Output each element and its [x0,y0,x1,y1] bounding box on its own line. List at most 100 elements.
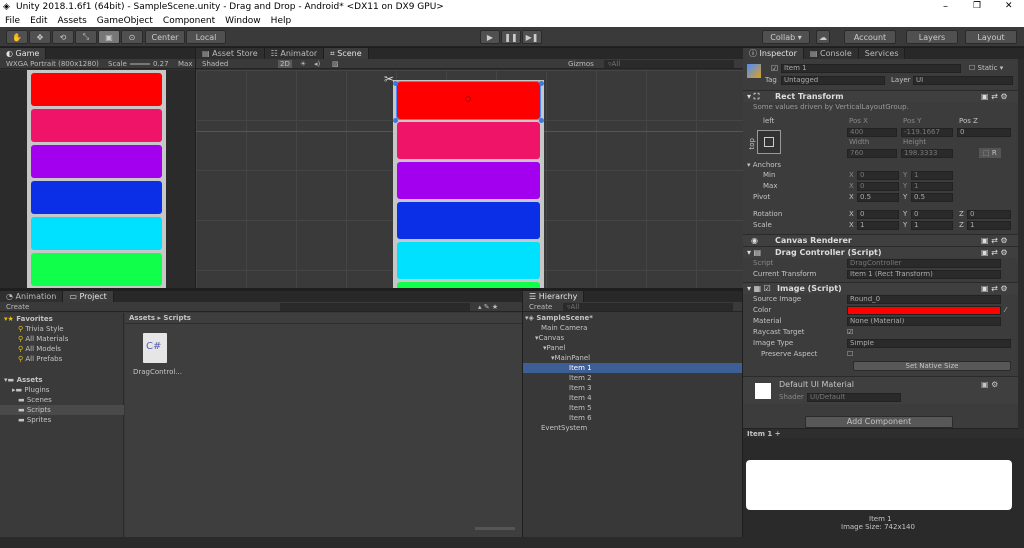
color-swatch[interactable] [847,306,1001,315]
resolution-dropdown[interactable]: WXGA Portrait (800x1280) [6,59,99,69]
preserve-aspect-checkbox[interactable]: ☐ [847,349,853,359]
pos-y-field[interactable]: -119.1667 [901,128,953,137]
anchor-preset-button[interactable] [757,130,781,154]
scale-x-field[interactable]: 1 [857,221,899,230]
hierarchy-node[interactable]: Item 2 [569,373,592,383]
pos-z-field[interactable]: 0 [957,128,1011,137]
transform-tool-icon[interactable]: ⊙ [121,30,143,44]
component-settings-icon[interactable]: ▣ ⇄ ⚙ [981,91,1008,103]
eyedropper-icon[interactable]: ⁄ [1005,305,1006,315]
tab-services[interactable]: Services [858,48,906,59]
effects-icon[interactable]: ▨ [332,59,339,69]
favorite-item[interactable]: ⚲ Trivia Style [18,324,64,334]
tab-animation[interactable]: ◔ Animation [0,291,64,302]
add-component-button[interactable]: Add Component [805,416,953,428]
tab-inspector[interactable]: ⓘ Inspector [743,48,804,59]
anchor-min-y-field[interactable]: 1 [911,171,953,180]
height-field[interactable]: 198.3333 [901,149,953,158]
object-name-field[interactable]: Item 1 [781,64,961,73]
pivot-icon[interactable] [465,96,471,102]
game-item-1[interactable] [31,73,162,106]
lighting-icon[interactable]: ☀ [300,59,306,69]
icon-size-slider[interactable] [475,527,515,530]
game-item-6[interactable] [31,253,162,286]
scene-item-6[interactable] [397,282,540,288]
script-field[interactable]: DragController [847,259,1001,268]
source-image-field[interactable]: Round_0 [847,295,1001,304]
pos-x-field[interactable]: 400 [847,128,897,137]
menu-component[interactable]: Component [158,15,220,27]
material-field[interactable]: None (Material) [847,317,1001,326]
hierarchy-node[interactable]: EventSystem [541,423,587,433]
pivot-x-field[interactable]: 0.5 [857,193,899,202]
layer-dropdown[interactable]: UI [913,76,1013,85]
scene-item-4[interactable] [397,202,540,239]
scene-search-input[interactable]: ▿All [604,60,734,68]
raycast-checkbox[interactable]: ☑ [847,327,853,337]
component-settings-icon[interactable]: ▣ ⇄ ⚙ [981,247,1008,259]
pause-button[interactable]: ❚❚ [501,30,521,44]
menu-window[interactable]: Window [220,15,266,27]
tab-project[interactable]: ▭ Project [63,291,114,302]
shader-dropdown[interactable]: UI/Default [807,393,901,402]
rotation-y-field[interactable]: 0 [911,210,953,219]
set-native-size-button[interactable]: Set Native Size [853,361,1011,371]
resize-handle-tr[interactable] [539,81,544,86]
scale-tool-icon[interactable]: ⤡ [75,30,97,44]
gizmos-dropdown[interactable]: Gizmos [568,59,594,69]
hierarchy-search-input[interactable]: ▿All [563,303,733,311]
preview-header[interactable]: Item 1 ÷ [743,428,1024,438]
filter-icons[interactable]: ▴ ✎ ★ [478,302,498,312]
hand-tool-icon[interactable]: ✋ [6,30,28,44]
hierarchy-create-dropdown[interactable]: Create [529,302,552,312]
layers-dropdown[interactable]: Layers [906,30,958,44]
maximize-toggle[interactable]: Max [178,59,192,69]
hierarchy-node[interactable]: ▾MainPanel [551,353,590,363]
rotation-x-field[interactable]: 0 [857,210,899,219]
scale-z-field[interactable]: 1 [967,221,1011,230]
maximize-button[interactable]: ❐ [973,1,981,11]
game-item-5[interactable] [31,217,162,250]
favorite-item[interactable]: ⚲ All Prefabs [18,354,62,364]
tab-animator[interactable]: ☷ Animator [264,48,325,59]
csharp-file-icon[interactable]: C# [143,333,167,363]
scale-y-field[interactable]: 1 [911,221,953,230]
image-type-dropdown[interactable]: Simple [847,339,1011,348]
move-tool-icon[interactable]: ✥ [29,30,51,44]
scale-slider[interactable] [130,63,150,65]
image-header[interactable]: ▾ ▦ ☑ Image (Script) ▣ ⇄ ⚙ [743,282,1024,294]
folder-item-selected[interactable]: ▬ Scripts [0,405,124,415]
play-button[interactable]: ▶ [480,30,500,44]
collab-dropdown[interactable]: Collab ▾ [762,30,810,44]
component-settings-icon[interactable]: ▣ ⚙ [981,380,998,389]
menu-assets[interactable]: Assets [53,15,92,27]
audio-icon[interactable]: ◂) [314,59,320,69]
hierarchy-node[interactable]: Item 5 [569,403,592,413]
folder-item[interactable]: ▬ Scenes [18,395,52,405]
scene-item-2[interactable] [397,122,540,159]
component-settings-icon[interactable]: ▣ ⇄ ⚙ [981,283,1008,295]
width-field[interactable]: 760 [847,149,897,158]
rotate-tool-icon[interactable]: ⟲ [52,30,74,44]
menu-edit[interactable]: Edit [25,15,52,27]
tab-hierarchy[interactable]: ☰ Hierarchy [523,291,585,302]
hierarchy-node[interactable]: Main Camera [541,323,587,333]
resize-handle-bl[interactable] [393,118,398,123]
rect-transform-header[interactable]: ▾ ⛶ Rect Transform ▣ ⇄ ⚙ [743,90,1024,102]
layout-dropdown[interactable]: Layout [965,30,1017,44]
scene-item-1[interactable] [396,81,541,120]
game-viewport[interactable] [0,70,195,288]
game-item-4[interactable] [31,181,162,214]
step-button[interactable]: ▶❚ [522,30,542,44]
cloud-icon[interactable]: ☁ [816,30,830,44]
hierarchy-node[interactable]: ▾Panel [543,343,565,353]
hierarchy-node[interactable]: Item 4 [569,393,592,403]
minimize-button[interactable]: – [943,1,948,12]
folder-item[interactable]: ▸▬ Plugins [12,385,49,395]
raw-edit-button[interactable]: ⬚ R [979,148,1001,158]
menu-help[interactable]: Help [266,15,297,27]
drag-controller-header[interactable]: ▾ ▤ Drag Controller (Script) ▣ ⇄ ⚙ [743,246,1024,258]
game-item-3[interactable] [31,145,162,178]
2d-toggle[interactable]: 2D [278,60,292,68]
active-checkbox[interactable]: ☑ [771,64,778,73]
